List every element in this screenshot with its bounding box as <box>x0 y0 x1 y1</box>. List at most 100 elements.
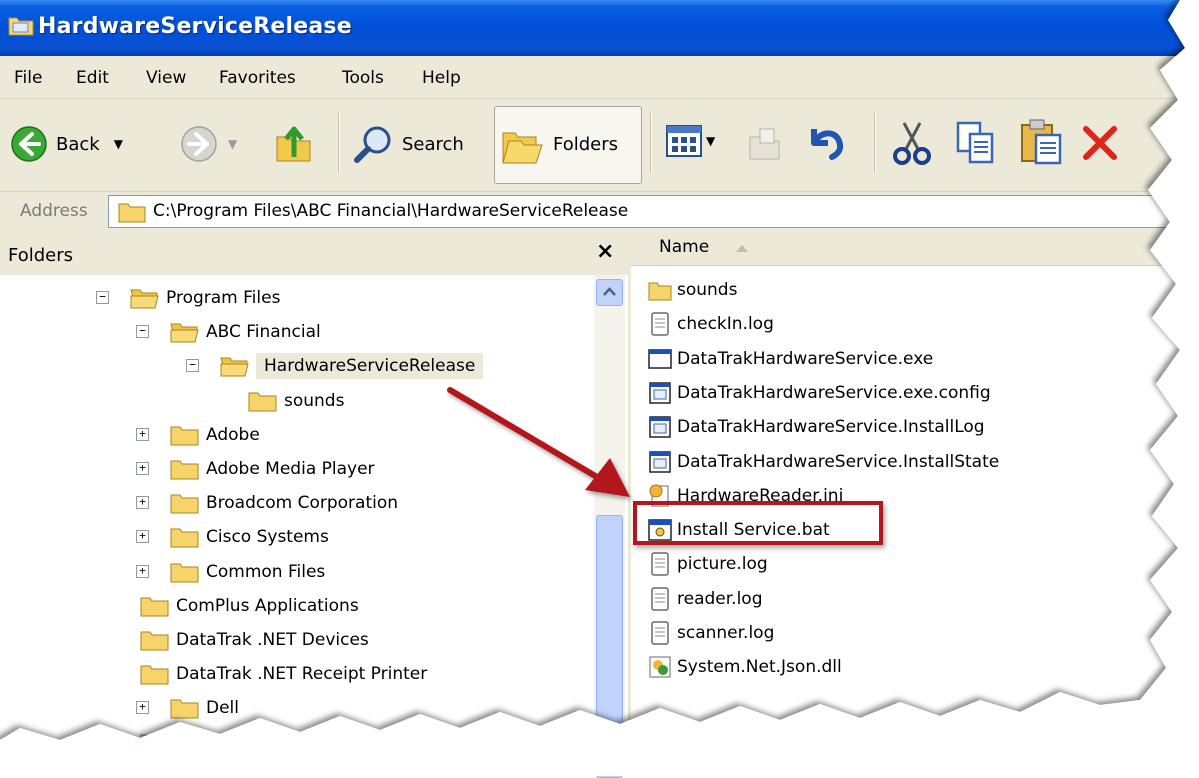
cut-icon[interactable] <box>890 119 934 167</box>
move-to-icon[interactable] <box>746 123 786 163</box>
file-name: sounds <box>677 280 738 300</box>
paste-icon[interactable] <box>1018 117 1064 167</box>
file-name: DataTrakHardwareService.InstallLog <box>677 417 985 438</box>
file-item[interactable]: DataTrakHardwareService.InstallState <box>647 447 999 477</box>
menu-help[interactable]: Help <box>422 68 461 88</box>
collapse-icon[interactable]: − <box>96 291 109 304</box>
expand-icon[interactable]: + <box>136 427 149 441</box>
folder-window-icon <box>8 17 34 36</box>
collapse-icon[interactable]: − <box>136 325 149 339</box>
file-item[interactable]: DataTrakHardwareService.InstallLog <box>647 412 985 442</box>
address-input[interactable]: C:\Program Files\ABC Financial\HardwareS… <box>108 195 1199 228</box>
close-icon[interactable]: × <box>596 239 614 264</box>
tree-item[interactable]: ComPlus Applications <box>140 591 359 621</box>
views-dropdown-icon[interactable]: ▼ <box>706 134 715 148</box>
undo-icon[interactable] <box>806 121 848 163</box>
folder-icon <box>248 392 277 412</box>
tree-item[interactable]: Adobe <box>170 420 260 450</box>
menu-view[interactable]: View <box>146 68 186 88</box>
tree-item-label: Common Files <box>206 561 326 582</box>
file-name: reader.log <box>677 588 763 609</box>
tree-item[interactable]: Common Files <box>170 557 325 587</box>
folder-icon <box>170 494 199 514</box>
file-item[interactable]: System.Net.Json.dll <box>647 652 842 682</box>
up-folder-icon[interactable] <box>274 121 314 165</box>
file-item[interactable]: checkIn.log <box>647 309 774 339</box>
folders-icon <box>502 132 543 164</box>
file-item[interactable]: picture.log <box>647 549 768 579</box>
menu-favorites[interactable]: Favorites <box>219 68 296 88</box>
search-button[interactable]: Search <box>352 123 464 165</box>
tree-item[interactable]: Program Files <box>130 283 280 313</box>
tree-item[interactable]: sounds <box>248 386 344 416</box>
folder-icon <box>648 282 672 301</box>
file-name: scanner.log <box>677 623 775 643</box>
tree-item[interactable]: HardwareServiceRelease <box>220 351 484 381</box>
tree-item[interactable]: Cisco Systems <box>170 522 329 552</box>
forward-dropdown-icon[interactable]: ▼ <box>228 137 237 151</box>
sort-ascending-icon <box>736 245 748 252</box>
file-item[interactable]: DataTrakHardwareService.exe.config <box>647 378 991 408</box>
search-label: Search <box>402 133 464 155</box>
expand-icon[interactable]: + <box>136 701 149 715</box>
chevron-up-icon <box>603 287 616 296</box>
folder-icon <box>140 665 169 685</box>
file-item[interactable]: scanner.log <box>647 618 774 648</box>
tree-item-label: ComPlus Applications <box>176 595 359 616</box>
folder-icon <box>170 528 199 548</box>
delete-icon[interactable] <box>1080 123 1120 163</box>
file-item[interactable]: reader.log <box>647 584 763 614</box>
folder-icon <box>170 426 199 446</box>
tree-item[interactable]: DataTrak .NET Devices <box>140 625 369 655</box>
expand-icon[interactable]: + <box>136 530 149 544</box>
tree-item[interactable]: Adobe Media Player <box>170 454 375 484</box>
file-item[interactable]: sounds <box>647 275 737 305</box>
config-file-icon <box>649 382 671 404</box>
file-name: picture.log <box>677 554 768 575</box>
scroll-thumb[interactable] <box>596 515 623 778</box>
tree-item[interactable]: Dell <box>170 693 239 723</box>
folders-label: Folders <box>553 134 619 155</box>
menu-edit[interactable]: Edit <box>76 68 109 88</box>
expand-icon[interactable]: + <box>136 564 149 578</box>
folders-scrollbar[interactable] <box>594 275 625 778</box>
forward-arrow-icon <box>181 126 217 162</box>
file-item[interactable]: DataTrakHardwareService.exe <box>647 344 933 374</box>
toolbar-separator <box>650 113 652 173</box>
copy-icon[interactable] <box>954 119 998 167</box>
folder-tree: − Program Files − ABC Financial − HardwareSer… <box>0 275 594 776</box>
dll-file-icon <box>649 656 671 678</box>
folder-icon <box>220 357 249 377</box>
file-name: DataTrakHardwareService.InstallState <box>677 451 1000 472</box>
tree-item[interactable]: ABC Financial <box>170 317 321 347</box>
folder-icon <box>140 734 169 754</box>
folders-button[interactable]: Folders <box>494 106 642 184</box>
tree-item-label: Dell <box>206 698 239 719</box>
text-file-icon <box>651 586 669 611</box>
annotation-arrow-icon <box>447 387 630 497</box>
forward-button[interactable]: ▼ <box>180 125 237 163</box>
tree-item-label: HardwareServiceRelease <box>256 353 484 380</box>
collapse-icon[interactable]: − <box>186 359 199 373</box>
views-button[interactable]: ▼ <box>666 125 715 157</box>
menu-tools[interactable]: Tools <box>342 68 384 88</box>
tree-item-label: ABC Financial <box>206 322 321 343</box>
toolbar-separator <box>874 113 876 173</box>
text-file-icon <box>651 552 669 577</box>
address-bar: Address C:\Program Files\ABC Financial\H… <box>0 192 1199 230</box>
column-header-name[interactable]: Name <box>631 231 1199 266</box>
menu-file[interactable]: File <box>14 68 42 88</box>
title-bar[interactable]: HardwareServiceRelease <box>0 0 1199 56</box>
expand-icon[interactable]: + <box>136 496 149 510</box>
tree-item[interactable]: Broadcom Corporation <box>170 488 398 518</box>
back-dropdown-icon[interactable]: ▼ <box>114 137 123 151</box>
back-button[interactable]: Back ▼ <box>10 125 123 163</box>
tree-item[interactable]: DesktopAuthority <box>140 728 325 758</box>
tree-item-label: sounds <box>284 390 345 411</box>
scroll-up-button[interactable] <box>596 279 623 306</box>
explorer-window: HardwareServiceRelease File Edit View Fa… <box>0 0 1199 778</box>
expand-icon[interactable]: + <box>136 462 149 475</box>
tree-item[interactable]: DataTrak .NET Receipt Printer <box>140 659 427 689</box>
tree-item-label: Broadcom Corporation <box>206 493 399 514</box>
file-name: DataTrakHardwareService.exe.config <box>677 382 991 403</box>
